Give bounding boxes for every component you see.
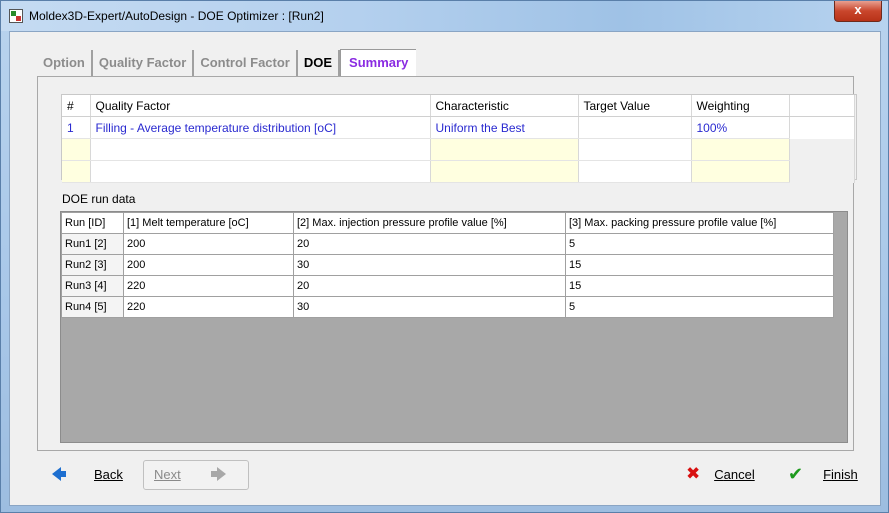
empty-cell[interactable] (578, 160, 692, 183)
table-row[interactable]: Run3 [4] 220 20 15 (61, 275, 834, 297)
quality-factor-grid: # Quality Factor Characteristic Target V… (61, 94, 857, 183)
tab-strip: Option Quality Factor Control Factor DOE… (37, 49, 417, 78)
back-button-label: Back (94, 466, 123, 482)
arrow-right-icon (210, 467, 226, 481)
col-header-weighting[interactable]: Weighting (691, 95, 790, 117)
col-header-quality-factor[interactable]: Quality Factor (90, 95, 431, 117)
table-row[interactable]: Run2 [3] 200 30 15 (61, 254, 834, 276)
summary-panel: # Quality Factor Characteristic Target V… (37, 76, 857, 451)
col-header-target-value[interactable]: Target Value (578, 95, 692, 117)
cell-injection-pressure[interactable]: 20 (293, 233, 566, 255)
back-button[interactable]: Back (52, 457, 123, 491)
title-bar[interactable]: Moldex3D-Expert/AutoDesign - DOE Optimiz… (1, 1, 888, 31)
table-row[interactable]: 1 Filling - Average temperature distribu… (62, 116, 855, 139)
cancel-button-label: Cancel (714, 466, 755, 482)
empty-row[interactable] (62, 138, 855, 161)
tab-option[interactable]: Option (37, 50, 93, 76)
empty-cell[interactable] (430, 138, 579, 161)
cell-run-id[interactable]: Run3 [4] (61, 275, 124, 297)
quality-table-header: # Quality Factor Characteristic Target V… (62, 95, 855, 117)
cell-packing-pressure[interactable]: 5 (565, 296, 834, 318)
col-header-injection-pressure[interactable]: [2] Max. injection pressure profile valu… (293, 212, 566, 234)
cell-injection-pressure[interactable]: 30 (293, 254, 566, 276)
col-header-characteristic[interactable]: Characteristic (430, 95, 579, 117)
client-area: Option Quality Factor Control Factor DOE… (9, 31, 881, 506)
cell-melt-temperature[interactable]: 200 (123, 254, 294, 276)
empty-row[interactable] (62, 160, 855, 183)
empty-cell[interactable] (62, 138, 91, 161)
empty-cell[interactable] (691, 160, 790, 183)
cell-characteristic[interactable]: Uniform the Best (430, 116, 579, 139)
cell-weighting[interactable]: 100% (691, 116, 790, 139)
cell-run-id[interactable]: Run2 [3] (61, 254, 124, 276)
grid-filler (789, 138, 855, 161)
doe-optimizer-window: Moldex3D-Expert/AutoDesign - DOE Optimiz… (0, 0, 889, 513)
tab-doe[interactable]: DOE (298, 50, 341, 76)
grid-filler (789, 95, 855, 117)
col-header-run-id[interactable]: Run [ID] (61, 212, 124, 234)
green-check-icon: ✔ (788, 463, 804, 484)
cell-packing-pressure[interactable]: 15 (565, 275, 834, 297)
cancel-button[interactable]: ✖ Cancel (686, 457, 755, 491)
arrow-left-icon (52, 467, 66, 481)
empty-cell[interactable] (691, 138, 790, 161)
cell-target-value[interactable] (578, 116, 692, 139)
red-x-icon: ✖ (686, 464, 701, 483)
cell-run-id[interactable]: Run1 [2] (61, 233, 124, 255)
finish-button[interactable]: ✔ Finish (788, 457, 858, 491)
tab-control-factor[interactable]: Control Factor (194, 50, 298, 76)
cell-injection-pressure[interactable]: 20 (293, 275, 566, 297)
empty-cell[interactable] (578, 138, 692, 161)
tab-quality-factor[interactable]: Quality Factor (93, 50, 195, 76)
window-title: Moldex3D-Expert/AutoDesign - DOE Optimiz… (29, 9, 324, 23)
app-icon (9, 9, 23, 23)
col-header-index[interactable]: # (62, 95, 91, 117)
cell-quality-factor[interactable]: Filling - Average temperature distributi… (90, 116, 431, 139)
close-button[interactable]: x (834, 1, 882, 22)
empty-cell[interactable] (62, 160, 91, 183)
cell-packing-pressure[interactable]: 15 (565, 254, 834, 276)
col-header-packing-pressure[interactable]: [3] Max. packing pressure profile value … (565, 212, 834, 234)
cell-run-id[interactable]: Run4 [5] (61, 296, 124, 318)
table-row[interactable]: Run1 [2] 200 20 5 (61, 233, 834, 255)
cell-packing-pressure[interactable]: 5 (565, 233, 834, 255)
next-button-label: Next (154, 466, 181, 482)
run-table-header: Run [ID] [1] Melt temperature [oC] [2] M… (61, 212, 834, 234)
grid-filler (789, 116, 855, 139)
cell-melt-temperature[interactable]: 220 (123, 275, 294, 297)
empty-cell[interactable] (90, 138, 431, 161)
next-button-content[interactable]: Next (154, 457, 226, 491)
col-header-melt-temperature[interactable]: [1] Melt temperature [oC] (123, 212, 294, 234)
finish-button-label: Finish (823, 466, 858, 482)
doe-run-data-label: DOE run data (62, 192, 136, 206)
grid-filler (789, 160, 855, 183)
tab-summary[interactable]: Summary (340, 49, 417, 78)
cell-melt-temperature[interactable]: 220 (123, 296, 294, 318)
cell-index[interactable]: 1 (62, 116, 91, 139)
empty-cell[interactable] (430, 160, 579, 183)
table-row[interactable]: Run4 [5] 220 30 5 (61, 296, 834, 318)
cell-injection-pressure[interactable]: 30 (293, 296, 566, 318)
cell-melt-temperature[interactable]: 200 (123, 233, 294, 255)
empty-cell[interactable] (90, 160, 431, 183)
doe-run-data-grid[interactable]: Run [ID] [1] Melt temperature [oC] [2] M… (60, 211, 848, 443)
